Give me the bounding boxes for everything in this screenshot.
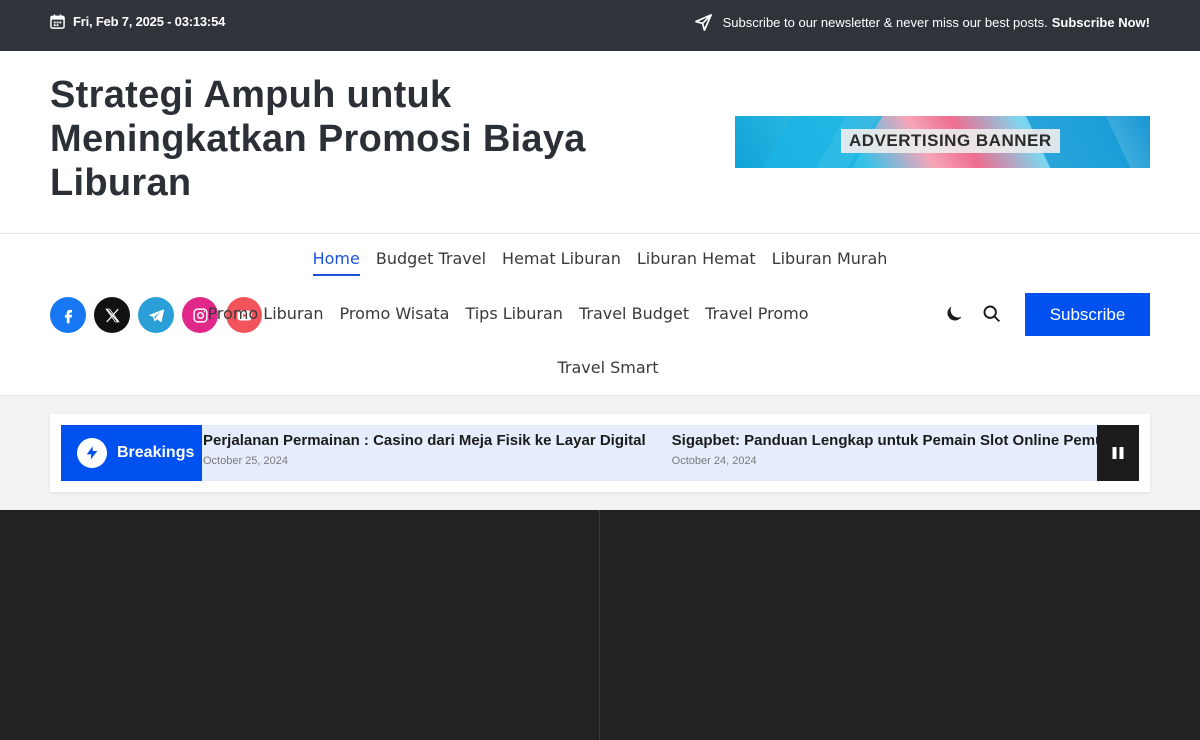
- bolt-icon-wrap: [77, 438, 107, 468]
- breaking-news-inner: Breakings Perjalanan Permainan : Casino …: [61, 425, 1139, 481]
- main-navigation: Home Budget Travel Hemat Liburan Liburan…: [0, 234, 1200, 396]
- menu-item-travel-smart[interactable]: Travel Smart: [557, 358, 658, 383]
- header-tools: [944, 303, 1002, 324]
- bolt-icon: [86, 446, 98, 460]
- site-title[interactable]: Strategi Ampuh untuk Meningkatkan Promos…: [50, 73, 650, 205]
- send-icon: [694, 14, 712, 31]
- menu-item-tips-liburan[interactable]: Tips Liburan: [465, 304, 562, 329]
- search-icon[interactable]: [981, 303, 1002, 324]
- ticker-item-title[interactable]: Sigapbet: Panduan Lengkap untuk Pemain S…: [672, 432, 1117, 449]
- newsletter-promo: Subscribe to our newsletter & never miss…: [694, 13, 1150, 32]
- menu-item-promo-liburan[interactable]: Promo Liburan: [207, 304, 323, 329]
- calendar-icon: [50, 14, 65, 29]
- menu-item-home[interactable]: Home: [312, 249, 360, 276]
- dark-mode-toggle-icon[interactable]: [944, 303, 965, 324]
- advertising-banner-label: ADVERTISING BANNER: [841, 129, 1060, 153]
- advertising-banner[interactable]: ADVERTISING BANNER: [735, 116, 1150, 168]
- site-header: Strategi Ampuh untuk Meningkatkan Promos…: [0, 51, 1200, 234]
- ticker-item-date: October 24, 2024: [671, 455, 757, 467]
- subscribe-now-link[interactable]: Subscribe Now!: [1052, 15, 1150, 30]
- ticker-item-date: October 25, 2024: [203, 455, 289, 467]
- section-divider: [599, 510, 600, 740]
- menu-item-liburan-hemat[interactable]: Liburan Hemat: [637, 249, 756, 276]
- pause-ticker-button[interactable]: [1097, 425, 1139, 481]
- breaking-label: Breakings: [61, 425, 202, 481]
- menu-item-promo-wisata[interactable]: Promo Wisata: [339, 304, 449, 329]
- ticker-item[interactable]: Perjalanan Permainan : Casino dari Meja …: [203, 432, 646, 467]
- top-bar: Fri, Feb 7, 2025 - 03:13:54 Subscribe to…: [0, 0, 1200, 51]
- menu-item-travel-budget[interactable]: Travel Budget: [579, 304, 689, 329]
- date-time: Fri, Feb 7, 2025 - 03:13:54: [50, 14, 225, 29]
- breaking-news-bar: Breakings Perjalanan Permainan : Casino …: [50, 414, 1150, 492]
- ticker-item-title[interactable]: Perjalanan Permainan : Casino dari Meja …: [203, 432, 646, 449]
- menu-item-hemat-liburan[interactable]: Hemat Liburan: [502, 249, 621, 276]
- subscribe-button[interactable]: Subscribe: [1025, 293, 1150, 336]
- menu-row: Travel Smart: [8, 358, 1200, 383]
- menu-row: Promo Liburan Promo Wisata Tips Liburan …: [0, 304, 1108, 329]
- pause-icon: [1112, 447, 1124, 459]
- menu-row: Home Budget Travel Hemat Liburan Liburan…: [0, 249, 1200, 276]
- date-time-text: Fri, Feb 7, 2025 - 03:13:54: [73, 14, 226, 29]
- menu-item-travel-promo[interactable]: Travel Promo: [705, 304, 808, 329]
- news-ticker: Perjalanan Permainan : Casino dari Meja …: [203, 432, 1117, 467]
- menu-item-liburan-murah[interactable]: Liburan Murah: [772, 249, 888, 276]
- featured-section: [0, 510, 1200, 740]
- breaking-label-text: Breakings: [117, 444, 195, 461]
- newsletter-text: Subscribe to our newsletter & never miss…: [722, 15, 1048, 30]
- menu-item-budget-travel[interactable]: Budget Travel: [376, 249, 486, 276]
- ticker-item[interactable]: Sigapbet: Panduan Lengkap untuk Pemain S…: [672, 432, 1117, 467]
